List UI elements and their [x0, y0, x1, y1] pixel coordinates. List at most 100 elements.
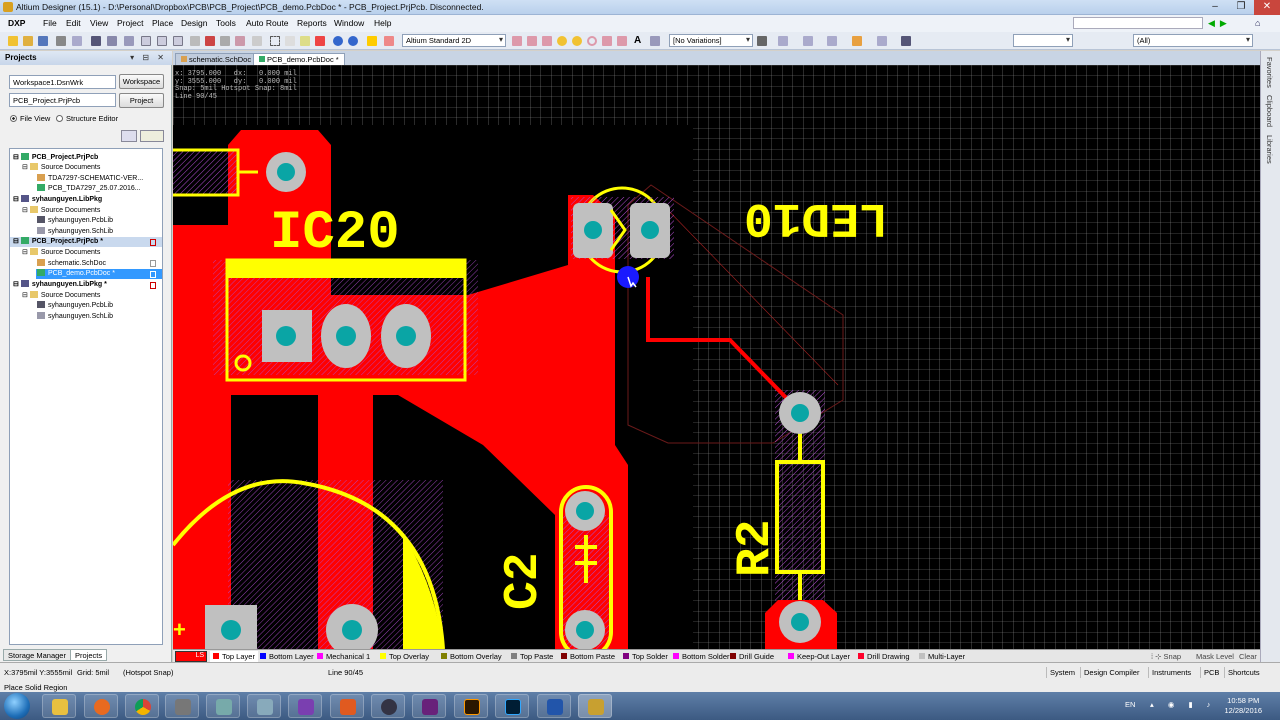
undo-icon[interactable]	[333, 36, 343, 46]
tree-item[interactable]: syhaunguyen.PcbLib	[37, 216, 113, 226]
menu-place[interactable]: Place	[152, 18, 173, 28]
via-icon[interactable]	[572, 36, 582, 46]
taskbar-illustrator[interactable]	[454, 694, 488, 718]
menu-project[interactable]: Project	[117, 18, 143, 28]
component-icon[interactable]	[650, 36, 660, 46]
current-layer-color[interactable]: LS	[175, 651, 207, 662]
layer-stack-icon[interactable]	[91, 36, 101, 46]
layer-tab[interactable]: Bottom Paste	[561, 651, 615, 662]
layer-tab[interactable]: Bottom Solder	[673, 651, 730, 662]
interactive-route-icon[interactable]	[512, 36, 522, 46]
close-button[interactable]: ✕	[1254, 0, 1280, 15]
tray-language[interactable]: EN	[1125, 700, 1135, 709]
menu-dxp[interactable]: DXP	[8, 18, 25, 28]
taskbar-app-b[interactable]	[206, 694, 240, 718]
tree-item[interactable]: syhaunguyen.PcbLib	[37, 301, 113, 311]
tree-item[interactable]: schematic.SchDoc	[37, 259, 106, 269]
tab-favorites[interactable]: Favorites	[1265, 57, 1274, 88]
rubber-stamp-icon[interactable]	[252, 36, 262, 46]
taskbar-photoshop[interactable]	[495, 694, 529, 718]
string-icon[interactable]: A	[634, 36, 644, 46]
copy-icon[interactable]	[220, 36, 230, 46]
tray-clock[interactable]: 10:58 PM 12/28/2016	[1224, 696, 1262, 716]
tree-item-selected-pcbdoc[interactable]: PCB_demo.PcbDoc *	[36, 269, 162, 279]
maximize-button[interactable]: ❐	[1228, 0, 1254, 15]
layer-tab[interactable]: Top Overlay	[380, 651, 429, 662]
nav-arrows-icon[interactable]: ◀▶	[1208, 18, 1232, 29]
pad-icon[interactable]	[557, 36, 567, 46]
project-options-icon[interactable]	[121, 130, 137, 142]
highlight-icon[interactable]	[367, 36, 377, 46]
place-tools-icon[interactable]	[803, 36, 813, 46]
view-board-icon[interactable]	[107, 36, 117, 46]
tree-item[interactable]: ⊟ Source Documents	[22, 291, 100, 301]
filter-all-select[interactable]: (All)	[1133, 34, 1253, 47]
project-button[interactable]: Project	[119, 93, 164, 108]
panel-pin-close-icon[interactable]: ▾ ⊟ ✕	[130, 53, 167, 62]
zoom-area-icon[interactable]	[141, 36, 151, 46]
fit-document-icon[interactable]	[124, 36, 134, 46]
taskbar-app-d[interactable]	[288, 694, 322, 718]
open-document-icon[interactable]	[140, 130, 164, 142]
zoom-filtered-icon[interactable]	[173, 36, 183, 46]
taskbar-altium[interactable]	[578, 694, 612, 718]
menu-design[interactable]: Design	[181, 18, 207, 28]
file-view-radio[interactable]: File View	[10, 114, 50, 123]
redo-icon[interactable]	[348, 36, 358, 46]
snap-toggle[interactable]: ⁞ ⊹ Snap	[1151, 652, 1181, 661]
align-icon[interactable]	[778, 36, 788, 46]
layer-tab[interactable]: Bottom Layer	[260, 651, 314, 662]
menu-tools[interactable]: Tools	[216, 18, 236, 28]
tab-projects[interactable]: Projects	[70, 649, 108, 661]
taskbar-app-a[interactable]	[165, 694, 199, 718]
workspace-button[interactable]: Workspace	[119, 74, 164, 89]
deselect-icon[interactable]	[315, 36, 325, 46]
taskbar-app-e[interactable]	[371, 694, 405, 718]
crosshair-icon[interactable]	[384, 36, 394, 46]
variations-select[interactable]: [No Variations]	[669, 34, 753, 47]
fill-icon[interactable]	[602, 36, 612, 46]
tree-item[interactable]: TDA7297-SCHEMATIC-VER...	[37, 174, 143, 184]
select-area-icon[interactable]	[270, 36, 280, 46]
cut-icon[interactable]	[190, 36, 200, 46]
layer-tab[interactable]: Top Layer	[210, 651, 258, 662]
layer-tab[interactable]: Bottom Overlay	[441, 651, 502, 662]
zoom-selected-icon[interactable]	[157, 36, 167, 46]
menu-reports[interactable]: Reports	[297, 18, 327, 28]
paste-icon[interactable]	[235, 36, 245, 46]
clear-button[interactable]: Clear	[1239, 652, 1257, 661]
variant-icon[interactable]	[757, 36, 767, 46]
altium-app-icon[interactable]	[3, 2, 13, 12]
taskbar-app-c[interactable]	[247, 694, 281, 718]
arc-icon[interactable]	[587, 36, 597, 46]
tree-item[interactable]: syhaunguyen.SchLib	[37, 312, 113, 322]
panel-button-system[interactable]: System	[1046, 667, 1078, 678]
taskbar-visual-studio[interactable]	[412, 694, 446, 718]
diff-pair-icon[interactable]	[527, 36, 537, 46]
tree-item[interactable]: ⊟ Source Documents	[22, 248, 100, 258]
tree-item[interactable]: ⊟ syhaunguyen.LibPkg	[13, 195, 102, 205]
open-folder-icon[interactable]	[23, 36, 33, 46]
layer-tab[interactable]: Keep-Out Layer	[788, 651, 850, 662]
tab-pcb-demo-pcbdoc[interactable]: PCB_demo.PcbDoc *	[253, 53, 345, 65]
polygon-icon[interactable]	[617, 36, 627, 46]
view-mode-select[interactable]: Altium Standard 2D	[402, 34, 506, 47]
scissors-icon[interactable]	[205, 36, 215, 46]
tree-item[interactable]: ⊟ PCB_Project.PrjPcb	[13, 153, 98, 163]
menu-view[interactable]: View	[90, 18, 108, 28]
tab-storage-manager[interactable]: Storage Manager	[3, 649, 71, 661]
panel-button-instruments[interactable]: Instruments	[1148, 667, 1194, 678]
distribute-icon[interactable]	[827, 36, 837, 46]
layer-tab[interactable]: Mechanical 1	[317, 651, 370, 662]
save-icon[interactable]	[38, 36, 48, 46]
tree-item[interactable]: syhaunguyen.SchLib	[37, 227, 113, 237]
grid-menu-icon[interactable]	[901, 36, 911, 46]
multi-route-icon[interactable]	[542, 36, 552, 46]
zoom-icon[interactable]	[72, 36, 82, 46]
layer-tab[interactable]: Drill Drawing	[858, 651, 910, 662]
tree-item[interactable]: ⊟ syhaunguyen.LibPkg *	[13, 280, 107, 290]
panel-button-design-compiler[interactable]: Design Compiler	[1080, 667, 1142, 678]
taskbar-matlab[interactable]	[330, 694, 364, 718]
mask-level-button[interactable]: Mask Level	[1196, 652, 1234, 661]
taskbar-app-f[interactable]	[537, 694, 571, 718]
